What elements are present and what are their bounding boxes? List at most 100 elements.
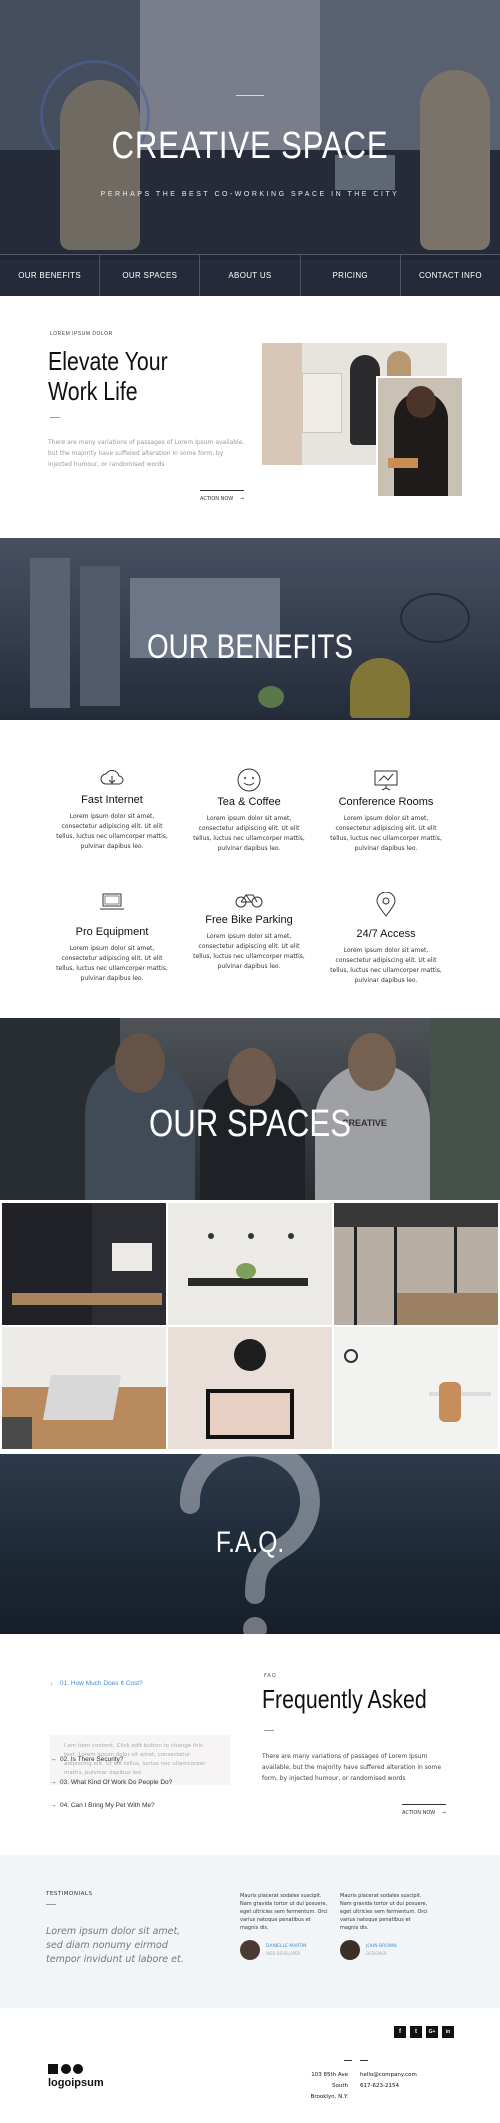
testimonial-text: Mauris placerat sodales suscipit. Nam gr… — [340, 1893, 428, 1931]
benefit-tea-coffee: Tea & Coffee Lorem ipsum dolor sit amet,… — [189, 768, 309, 854]
footer-divider-1 — [344, 2060, 352, 2061]
location-pin-icon — [376, 892, 396, 917]
address-line-2: Brooklyn, N.Y. — [310, 2094, 348, 2100]
logo-text[interactable]: logoipsum — [48, 2077, 104, 2089]
testimonial-role: WEB DEVELOPER — [266, 1951, 301, 1956]
testimonials-kicker: TESTIMONIALS — [46, 1891, 93, 1897]
arrow-right-icon: → — [441, 1810, 446, 1816]
footer-contact: hello@company.com 617-623-2154 — [360, 2070, 417, 2092]
faq-action-button[interactable]: ACTION NOW → — [402, 1804, 446, 1816]
benefit-text: Lorem ipsum dolor sit amet, consectetur … — [193, 933, 305, 970]
testimonial-card-1: Mauris placerat sodales suscipit. Nam gr… — [240, 1892, 330, 1960]
faq-question-label: 03. What Kind Of Work Do People Do? — [60, 1779, 173, 1786]
hero-title: CREATIVE SPACE — [111, 125, 389, 167]
footer-phone[interactable]: 617-623-2154 — [360, 2081, 417, 2092]
space-photo-5[interactable] — [168, 1327, 332, 1449]
smiley-icon — [237, 768, 261, 792]
intro-title: Elevate Your Work Life — [48, 346, 212, 406]
faq-title: Frequently Asked — [262, 1684, 427, 1714]
presentation-icon — [374, 770, 398, 791]
faq-question-label: 01. How Much Does It Cost? — [60, 1680, 143, 1687]
spaces-banner: CREATIVE OUR SPACES — [0, 1018, 500, 1200]
intro-title-line-2: Work Life — [48, 376, 138, 406]
testimonials-divider — [46, 1904, 56, 1905]
testimonial-name: DANIELLE MARTIN — [266, 1944, 307, 1949]
intro-action-button[interactable]: ACTION NOW → — [200, 490, 244, 502]
chevron-down-icon: ↓ — [50, 1680, 54, 1687]
space-photo-1[interactable] — [2, 1203, 166, 1325]
testimonials-quote: Lorem ipsum dolor sit amet, sed diam non… — [46, 1926, 184, 1965]
main-nav: OUR BENEFITS OUR SPACES ABOUT US PRICING… — [0, 254, 500, 296]
testimonial-role: DESIGNER — [366, 1951, 387, 1956]
benefit-text: Lorem ipsum dolor sit amet, consectetur … — [193, 815, 305, 852]
benefit-24-7-access: 24/7 Access Lorem ipsum dolor sit amet, … — [326, 892, 446, 986]
faq-banner-title: F.A.Q. — [215, 1526, 285, 1559]
nav-our-benefits[interactable]: OUR BENEFITS — [0, 255, 101, 296]
benefit-title: Conference Rooms — [338, 796, 434, 808]
google-plus-icon[interactable]: G+ — [426, 2026, 438, 2038]
benefit-text: Lorem ipsum dolor sit amet, consectetur … — [330, 815, 442, 852]
benefit-text: Lorem ipsum dolor sit amet, consectetur … — [56, 813, 168, 850]
nav-pricing[interactable]: PRICING — [301, 255, 401, 296]
avatar — [340, 1940, 360, 1960]
benefit-title: Pro Equipment — [75, 926, 149, 938]
benefit-fast-internet: Fast Internet Lorem ipsum dolor sit amet… — [52, 768, 172, 852]
arrow-right-icon: → — [50, 1779, 57, 1786]
nav-contact-info[interactable]: CONTACT INFO — [401, 255, 500, 296]
intro-action-label: ACTION NOW — [200, 496, 234, 502]
hero-divider — [236, 95, 264, 96]
arrow-right-icon: → — [50, 1802, 57, 1809]
address-line-1: 103 85th Ave South — [311, 2072, 348, 2089]
benefit-title: Free Bike Parking — [205, 914, 293, 926]
hero-subtitle: PERHAPS THE BEST CO-WORKING SPACE IN THE… — [100, 191, 400, 198]
faq-question-4[interactable]: → 04. Can I Bring My Pet With Me? — [50, 1802, 155, 1809]
benefit-pro-equipment: Pro Equipment Lorem ipsum dolor sit amet… — [52, 892, 172, 984]
twitter-icon[interactable]: t — [410, 2026, 422, 2038]
faq-question-2[interactable]: → 02. Is There Security? — [50, 1756, 123, 1763]
intro-kicker: LOREM IPSUM DOLOR — [50, 331, 113, 337]
faq-question-label: 04. Can I Bring My Pet With Me? — [60, 1802, 155, 1809]
testimonial-card-2: Mauris placerat sodales suscipit. Nam gr… — [340, 1892, 430, 1960]
benefit-title: Fast Internet — [81, 794, 143, 806]
intro-title-line-1: Elevate Your — [48, 346, 168, 376]
space-photo-2[interactable] — [168, 1203, 332, 1325]
cloud-icon — [100, 769, 124, 785]
benefit-title: Tea & Coffee — [217, 796, 281, 808]
logo-icon[interactable] — [48, 2064, 84, 2076]
laptop-icon — [100, 893, 124, 910]
benefits-title: OUR BENEFITS — [146, 628, 354, 666]
intro-divider — [50, 417, 60, 418]
benefits-banner: OUR BENEFITS — [0, 538, 500, 720]
faq-banner: F.A.Q. — [0, 1454, 500, 1634]
faq-question-3[interactable]: → 03. What Kind Of Work Do People Do? — [50, 1779, 172, 1786]
arrow-right-icon: → — [50, 1756, 57, 1763]
benefit-text: Lorem ipsum dolor sit amet, consectetur … — [330, 947, 442, 984]
footer-address: 103 85th Ave South Brooklyn, N.Y. — [300, 2070, 348, 2103]
benefit-title: 24/7 Access — [356, 928, 416, 940]
footer-email[interactable]: hello@company.com — [360, 2070, 417, 2081]
footer-divider-2 — [360, 2060, 368, 2061]
testimonial-name: JOHN BROWN — [366, 1944, 397, 1949]
testimonial-text: Mauris placerat sodales suscipit. Nam gr… — [240, 1893, 328, 1931]
space-photo-6[interactable] — [334, 1327, 498, 1449]
avatar — [240, 1940, 260, 1960]
faq-question-1[interactable]: ↓ 01. How Much Does It Cost? — [50, 1680, 143, 1687]
linkedin-icon[interactable]: in — [442, 2026, 454, 2038]
nav-about-us[interactable]: ABOUT US — [200, 255, 301, 296]
faq-question-label: 02. Is There Security? — [60, 1756, 124, 1763]
intro-photo-front — [376, 376, 464, 498]
hero-section: CREATIVE SPACE PERHAPS THE BEST CO-WORKI… — [0, 0, 500, 296]
space-photo-3[interactable] — [334, 1203, 498, 1325]
arrow-right-icon: → — [239, 496, 244, 502]
faq-action-label: ACTION NOW — [402, 1810, 436, 1816]
spaces-title: OUR SPACES — [148, 1103, 352, 1145]
faq-kicker: FAQ — [264, 1673, 277, 1679]
nav-our-spaces[interactable]: OUR SPACES — [100, 255, 201, 296]
faq-text: There are many variations of passages of… — [262, 1753, 442, 1782]
benefit-text: Lorem ipsum dolor sit amet, consectetur … — [56, 945, 168, 982]
benefit-free-bike-parking: Free Bike Parking Lorem ipsum dolor sit … — [189, 892, 309, 972]
space-photo-4[interactable] — [2, 1327, 166, 1449]
intro-text: There are many variations of passages of… — [48, 439, 245, 468]
faq-divider — [264, 1730, 274, 1731]
facebook-icon[interactable]: f — [394, 2026, 406, 2038]
